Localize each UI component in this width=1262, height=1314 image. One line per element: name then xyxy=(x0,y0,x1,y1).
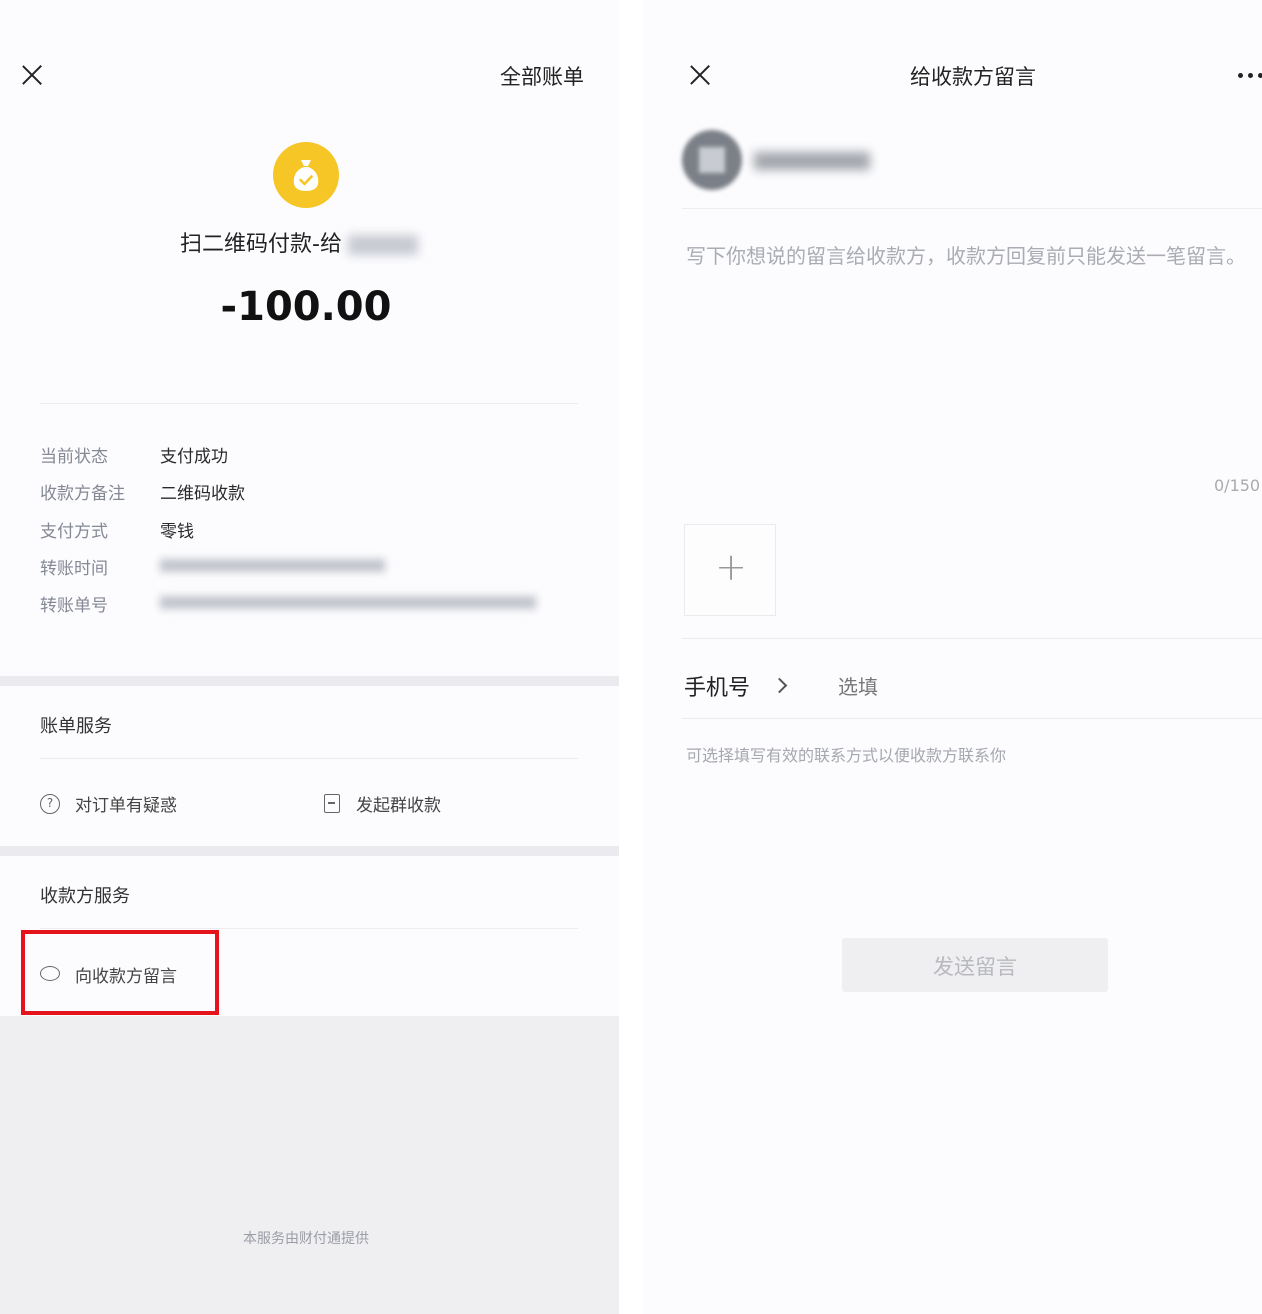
phone-label: 手机号 xyxy=(684,676,751,701)
highlight-box xyxy=(21,930,219,1015)
detail-label-status: 当前状态 xyxy=(40,447,108,467)
merchant-title: 扫二维码付款-给 xyxy=(180,226,418,258)
contact-hint: 可选择填写有效的联系方式以便收款方联系你 xyxy=(686,746,1007,765)
order-question-label: 对订单有疑惑 xyxy=(75,796,177,816)
send-message-button[interactable]: 发送留言 xyxy=(842,938,1108,992)
message-input[interactable]: 写下你想说的留言给收款方，收款方回复前只能发送一笔留言。 xyxy=(686,238,1246,274)
section-separator xyxy=(0,846,619,856)
close-icon[interactable] xyxy=(21,64,43,86)
detail-label-order-no: 转账单号 xyxy=(40,596,108,616)
merchant-name-redacted xyxy=(347,235,418,255)
footer-text: 本服务由财付通提供 xyxy=(243,1231,369,1247)
payee-service-title: 收款方服务 xyxy=(40,886,130,907)
avatar xyxy=(682,130,742,190)
section-separator xyxy=(0,676,619,686)
group-collect-label: 发起群收款 xyxy=(356,796,441,816)
detail-value-status: 支付成功 xyxy=(160,447,228,467)
payee-name-redacted xyxy=(754,152,870,170)
merchant-prefix: 扫二维码付款-给 xyxy=(180,232,342,257)
char-counter: 0/150 xyxy=(1214,476,1261,495)
more-dots-icon[interactable] xyxy=(1238,73,1262,79)
page-title: 给收款方留言 xyxy=(910,65,1036,89)
detail-value-order-no-redacted xyxy=(160,596,536,609)
footer-area xyxy=(0,1016,619,1314)
divider xyxy=(682,638,1262,639)
send-message-label: 发送留言 xyxy=(933,955,1017,979)
add-image-button[interactable]: + xyxy=(684,524,776,616)
question-circle-icon: ? xyxy=(40,794,60,814)
detail-label-remark: 收款方备注 xyxy=(40,484,125,504)
phone-input[interactable]: 选填 xyxy=(838,671,878,700)
bill-service-title: 账单服务 xyxy=(40,716,112,737)
document-icon xyxy=(324,794,340,813)
detail-value-time-redacted xyxy=(160,559,385,572)
amount: -100.00 xyxy=(220,284,392,330)
plus-icon: + xyxy=(715,545,747,589)
chevron-right-icon xyxy=(771,677,788,694)
divider xyxy=(682,718,1262,719)
divider xyxy=(40,758,578,759)
divider xyxy=(40,403,578,404)
all-bills-link[interactable]: 全部账单 xyxy=(500,61,584,91)
detail-label-method: 支付方式 xyxy=(40,522,108,542)
money-bag-icon xyxy=(273,142,339,208)
bill-detail-panel: 全部账单 扫二维码付款-给 -100.00 当前状态 支付成功 收款方备注 二维… xyxy=(0,0,619,1314)
leave-message-panel: 给收款方留言 写下你想说的留言给收款方，收款方回复前只能发送一笔留言。 0/15… xyxy=(642,0,1262,1314)
detail-value-remark: 二维码收款 xyxy=(160,484,245,504)
divider xyxy=(40,928,578,929)
detail-value-method: 零钱 xyxy=(160,522,194,542)
divider xyxy=(682,208,1262,209)
detail-label-time: 转账时间 xyxy=(40,559,108,579)
